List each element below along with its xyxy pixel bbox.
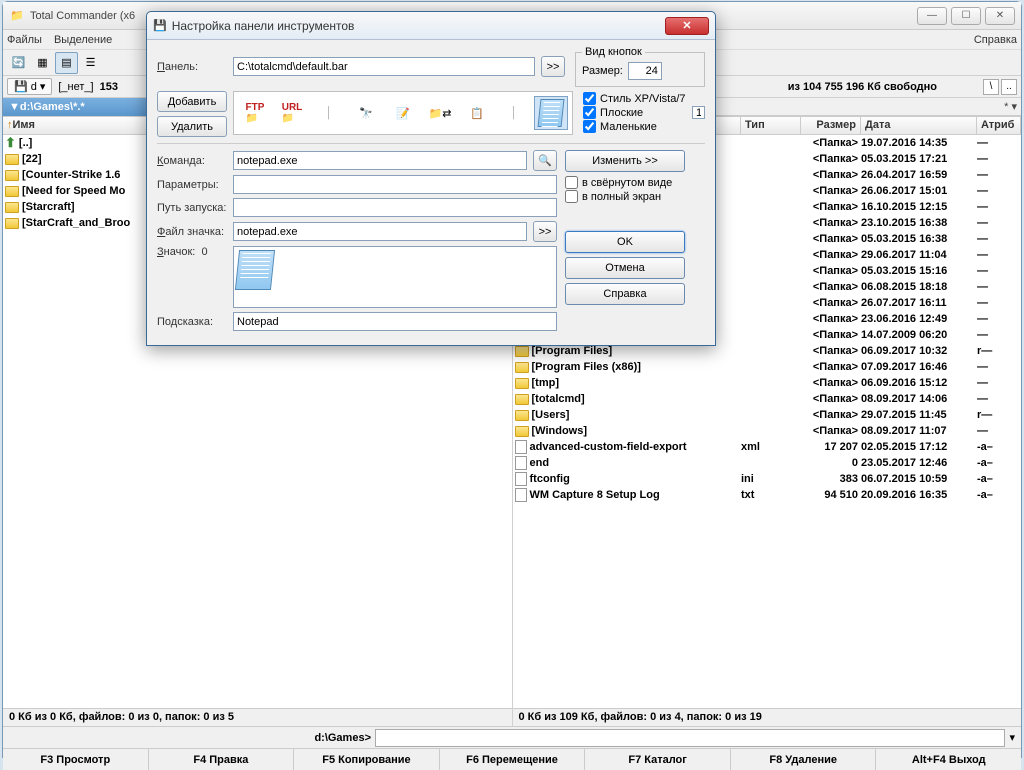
- small-checkbox[interactable]: [583, 120, 596, 133]
- fkey-button[interactable]: Alt+F4 Выход: [876, 749, 1021, 770]
- list-item[interactable]: ftconfigini38306.07.2015 10:59-a–: [513, 471, 1022, 487]
- url-icon[interactable]: URL📁: [275, 96, 309, 130]
- flat-size-input[interactable]: [692, 106, 705, 119]
- list-item[interactable]: [Windows]<Папка>08.09.2017 11:07—: [513, 423, 1022, 439]
- size-input[interactable]: [628, 62, 662, 80]
- command-label: Команда:: [157, 155, 227, 167]
- iconfile-label: Файл значка:: [157, 226, 227, 238]
- dialog-close-button[interactable]: ✕: [665, 17, 709, 35]
- command-input[interactable]: [233, 151, 527, 170]
- panel-path-input[interactable]: [233, 57, 535, 76]
- list-item[interactable]: [Users]<Папка>29.07.2015 11:45r—: [513, 407, 1022, 423]
- list-view-icon[interactable]: ▤: [55, 52, 78, 74]
- tree-view-icon[interactable]: ☰: [79, 52, 102, 74]
- close-button[interactable]: ✕: [985, 7, 1015, 25]
- save-icon: 💾: [153, 19, 167, 32]
- iconfile-input[interactable]: [233, 222, 527, 241]
- tooltip-input[interactable]: [233, 312, 557, 331]
- delete-button[interactable]: Удалить: [157, 116, 227, 137]
- separator-icon[interactable]: │: [312, 96, 346, 130]
- fkey-button[interactable]: F3 Просмотр: [3, 749, 149, 770]
- minimized-checkbox[interactable]: [565, 176, 578, 189]
- drive-free: 153: [100, 81, 118, 93]
- list-item[interactable]: end023.05.2017 12:46-a–: [513, 455, 1022, 471]
- icon-preview[interactable]: [235, 250, 275, 290]
- change-button[interactable]: Изменить >>: [565, 150, 685, 172]
- view-buttons-group: Вид кнопок Размер:: [575, 46, 705, 87]
- menu-selection[interactable]: Выделение: [54, 34, 112, 46]
- command-line: d:\Games> ▾: [3, 726, 1021, 748]
- star-icon[interactable]: * ▾: [1004, 100, 1017, 113]
- params-label: Параметры:: [157, 179, 227, 191]
- startpath-label: Путь запуска:: [157, 202, 227, 214]
- tooltip-label: Подсказка:: [157, 316, 227, 328]
- menu-help[interactable]: Справка: [974, 34, 1017, 46]
- right-status: 0 Кб из 109 Кб, файлов: 0 из 4, папок: 0…: [513, 708, 1022, 726]
- style-xp-checkbox[interactable]: [583, 92, 596, 105]
- command-browse-button[interactable]: 🔍: [533, 150, 557, 171]
- refresh-icon[interactable]: 🔄: [7, 52, 30, 74]
- drive-selector[interactable]: 💾 d ▾: [7, 78, 52, 95]
- icons-view-icon[interactable]: ▦: [31, 52, 54, 74]
- maximize-button[interactable]: ☐: [951, 7, 981, 25]
- list-item[interactable]: [tmp]<Папка>06.09.2016 15:12—: [513, 375, 1022, 391]
- list-item[interactable]: [totalcmd]<Папка>08.09.2017 14:06—: [513, 391, 1022, 407]
- icon-strip[interactable]: FTP📁 URL📁 │ 🔭 📝 📁⇄ 📋 │: [233, 91, 573, 135]
- add-button[interactable]: Добавить: [157, 91, 227, 112]
- params-input[interactable]: [233, 175, 557, 194]
- separator2-icon[interactable]: │: [497, 96, 531, 130]
- cmd-dropdown-icon[interactable]: ▾: [1005, 731, 1019, 744]
- dialog-title: Настройка панели инструментов: [172, 19, 665, 33]
- toolbar-config-dialog: 💾 Настройка панели инструментов ✕ Панель…: [146, 11, 716, 346]
- cmd-prompt: d:\Games>: [5, 732, 375, 744]
- cancel-button[interactable]: Отмена: [565, 257, 685, 279]
- menu-files[interactable]: Файлы: [7, 34, 42, 46]
- copy-icon[interactable]: 📋: [460, 96, 494, 130]
- fkey-button[interactable]: F7 Каталог: [585, 749, 731, 770]
- left-status: 0 Кб из 0 Кб, файлов: 0 из 0, папок: 0 и…: [3, 708, 512, 726]
- fkey-button[interactable]: F6 Перемещение: [440, 749, 586, 770]
- fkey-button[interactable]: F5 Копирование: [294, 749, 440, 770]
- flat-checkbox[interactable]: [583, 106, 596, 119]
- search-icon[interactable]: 🔭: [349, 96, 383, 130]
- function-keys: F3 ПросмотрF4 ПравкаF5 КопированиеF6 Пер…: [3, 748, 1021, 770]
- fullscreen-checkbox[interactable]: [565, 190, 578, 203]
- panel-browse-button[interactable]: >>: [541, 56, 565, 77]
- fkey-button[interactable]: F4 Правка: [149, 749, 295, 770]
- panel-label: Панель:: [157, 61, 227, 73]
- notepad-icon[interactable]: [534, 96, 568, 130]
- nav-root[interactable]: \: [983, 79, 999, 95]
- startpath-input[interactable]: [233, 198, 557, 217]
- multirename-icon[interactable]: 📝: [386, 96, 420, 130]
- app-icon: 📁: [9, 8, 25, 24]
- help-button[interactable]: Справка: [565, 283, 685, 305]
- ok-button[interactable]: OK: [565, 231, 685, 253]
- list-item[interactable]: advanced-custom-field-exportxml17 20702.…: [513, 439, 1022, 455]
- list-item[interactable]: [Program Files (x86)]<Папка>07.09.2017 1…: [513, 359, 1022, 375]
- fkey-button[interactable]: F8 Удаление: [731, 749, 877, 770]
- cmd-input[interactable]: [375, 729, 1005, 747]
- nav-up[interactable]: ..: [1001, 79, 1017, 95]
- icon-label: Значок: 0: [157, 246, 227, 258]
- ftp-icon[interactable]: FTP📁: [238, 96, 272, 130]
- sync-icon[interactable]: 📁⇄: [423, 96, 457, 130]
- minimize-button[interactable]: —: [917, 7, 947, 25]
- drive-net-label: [_нет_]: [58, 81, 93, 93]
- list-item[interactable]: WM Capture 8 Setup Logtxt94 51020.09.201…: [513, 487, 1022, 503]
- iconfile-browse-button[interactable]: >>: [533, 221, 557, 242]
